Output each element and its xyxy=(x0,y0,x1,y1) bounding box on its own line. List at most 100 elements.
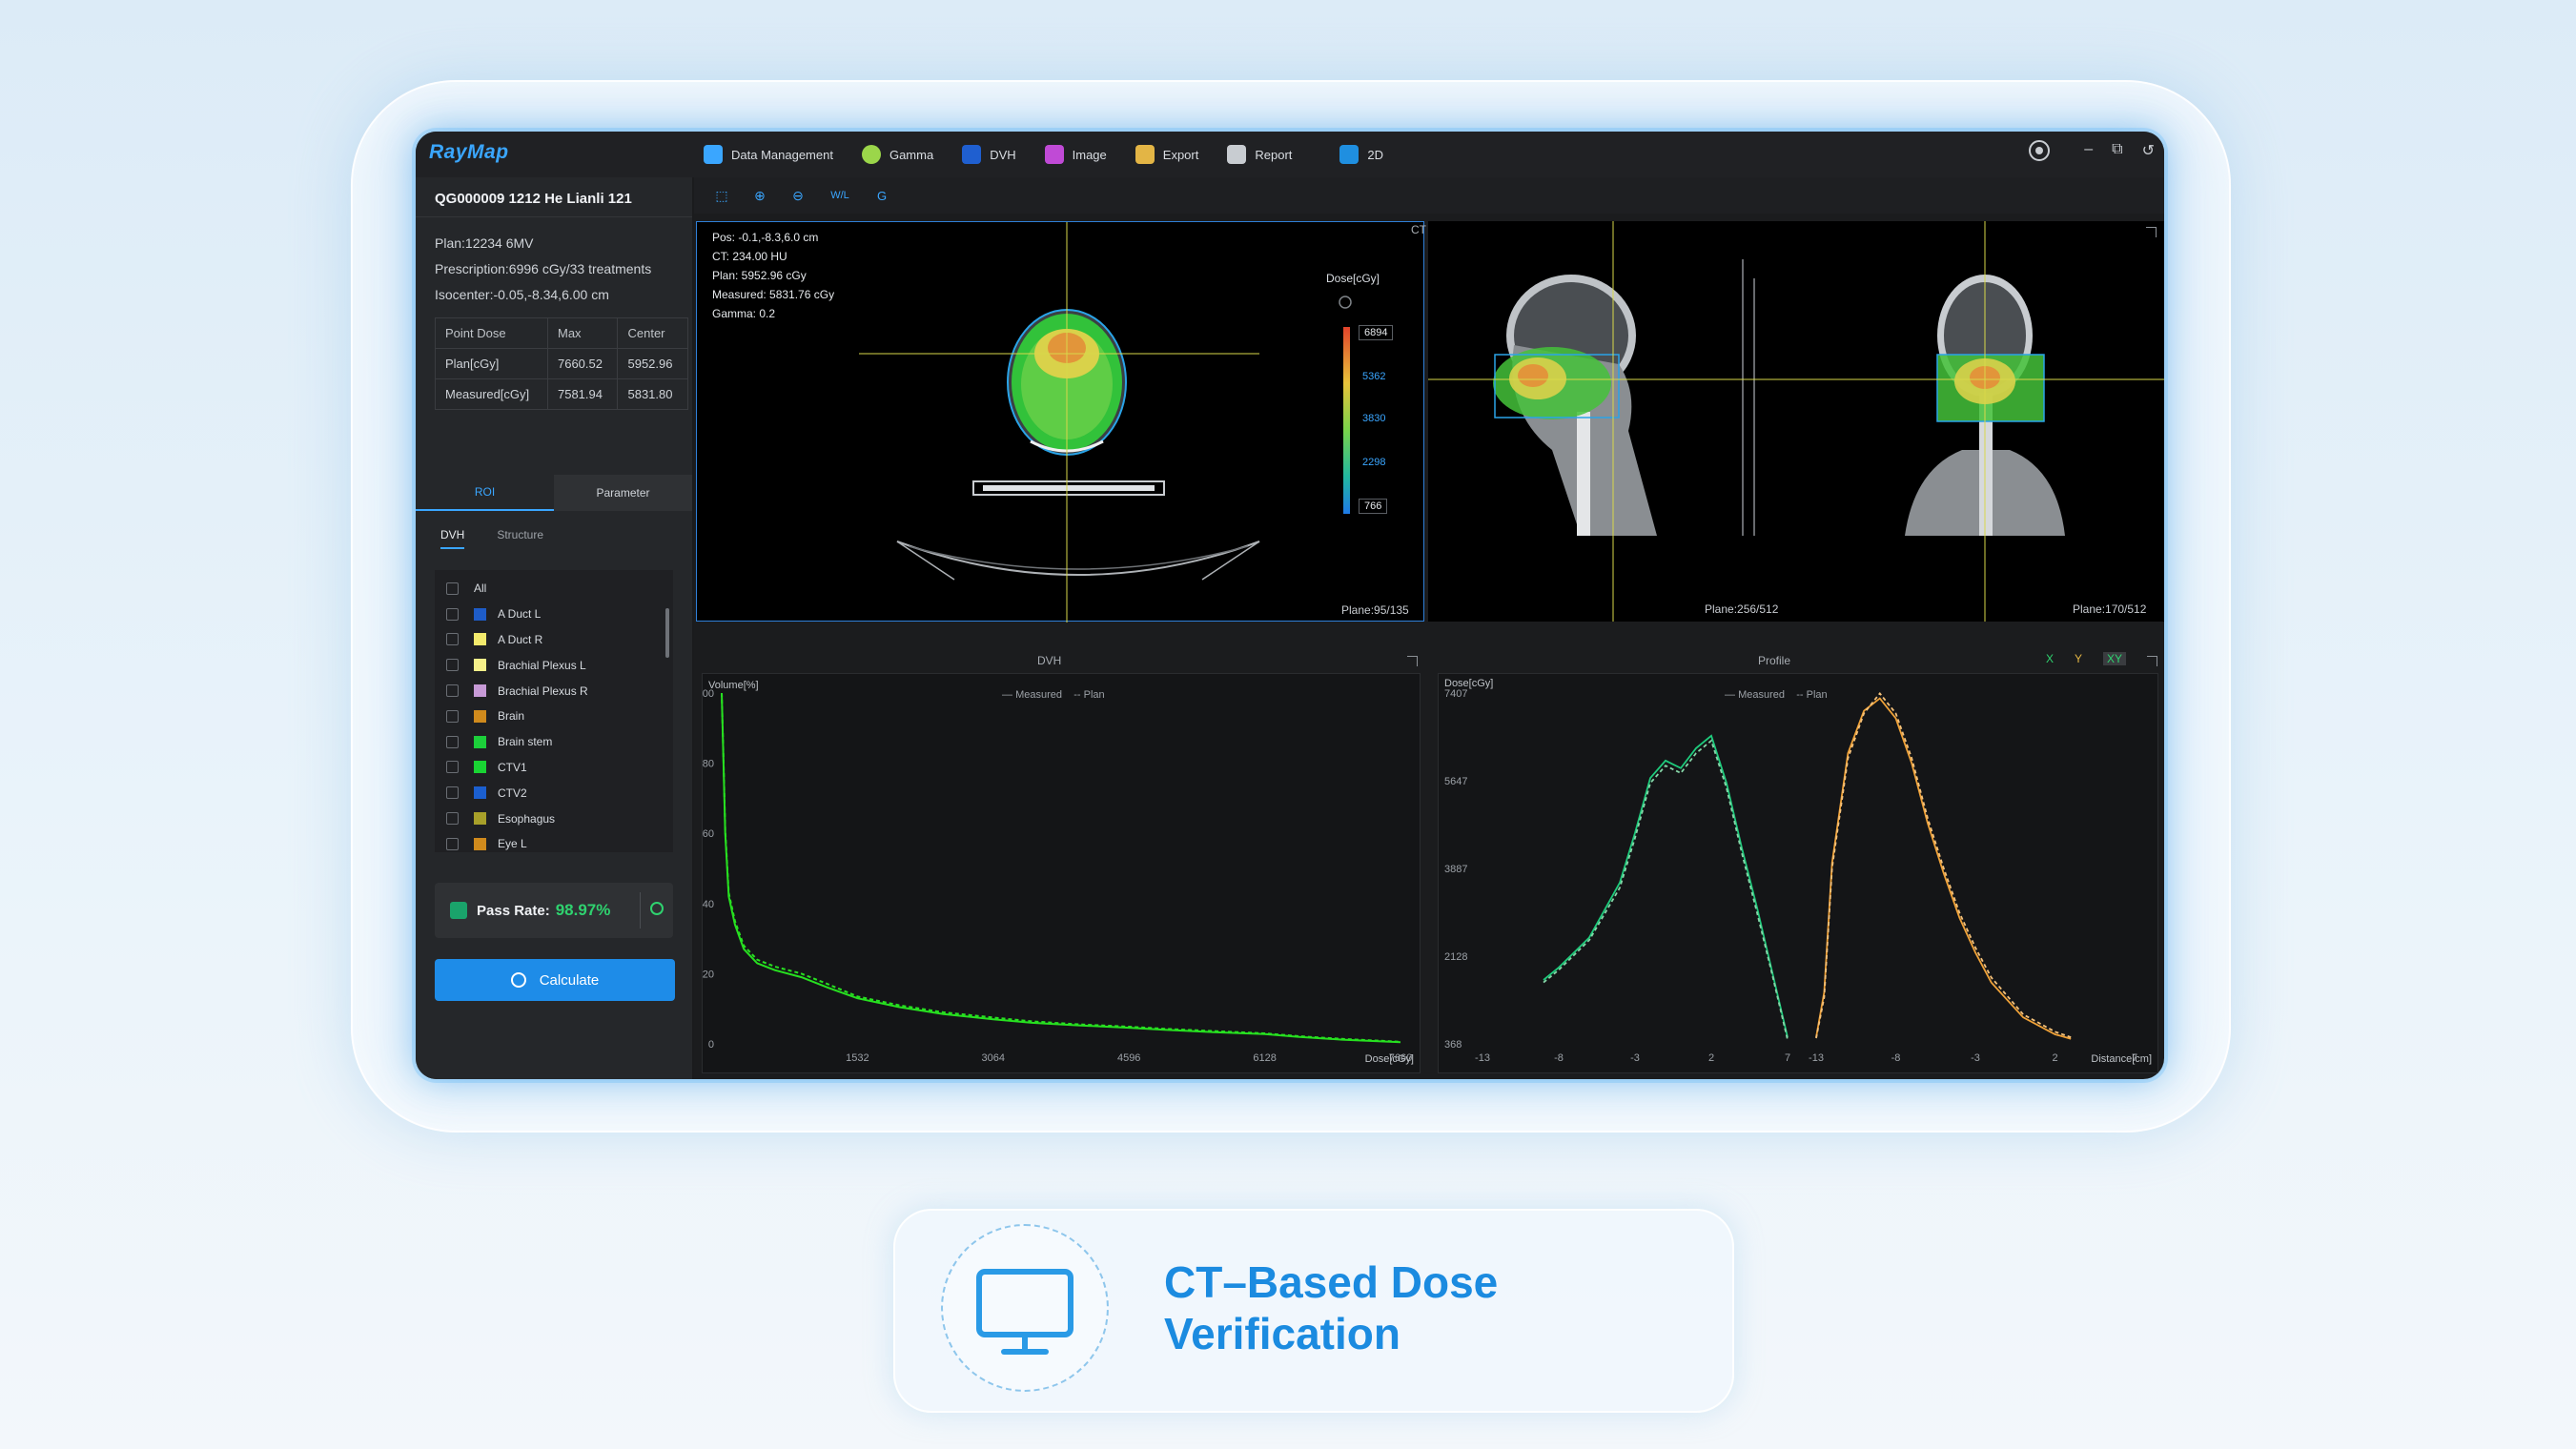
dvh-series-line xyxy=(721,692,1401,1043)
menu-label: 2D xyxy=(1367,147,1384,162)
toggle-x[interactable]: X xyxy=(2046,652,2054,665)
roi-label: A Duct L xyxy=(498,607,542,622)
calculate-icon xyxy=(510,972,526,988)
roi-item[interactable]: A Duct R xyxy=(435,627,673,653)
minimize-button[interactable]: – xyxy=(2084,141,2093,160)
roi-color-swatch xyxy=(474,607,486,621)
roi-item[interactable]: Esophagus xyxy=(435,806,673,831)
roi-item[interactable]: Brain stem xyxy=(435,729,673,755)
roi-checkbox[interactable] xyxy=(446,761,459,774)
roi-item[interactable]: All xyxy=(435,576,673,602)
legend-measured: — Measured xyxy=(1725,689,1785,701)
profile-x-tick: 2 xyxy=(2052,1052,2057,1064)
roi-checkbox[interactable] xyxy=(446,684,459,698)
roi-checkbox[interactable] xyxy=(446,582,459,595)
table-header-row: Point Dose Max Center xyxy=(435,317,688,349)
roi-checkbox[interactable] xyxy=(446,812,459,826)
profile-x-tick: -8 xyxy=(1554,1052,1564,1064)
dvh-y-tick: 80 xyxy=(703,759,714,770)
profile-y-tick: 3887 xyxy=(1444,864,1467,875)
prescription-line: Prescription:6996 cGy/33 treatments xyxy=(435,261,652,276)
roi-label: A Duct R xyxy=(498,632,543,646)
roi-checkbox[interactable] xyxy=(446,837,459,850)
roi-item[interactable]: Brachial Plexus R xyxy=(435,678,673,704)
dvh-x-tick: 1532 xyxy=(846,1052,869,1064)
table-row: Measured[cGy] 7581.94 5831.80 xyxy=(435,378,688,410)
menu-image[interactable]: Image xyxy=(1044,145,1107,164)
gamma-tool-icon[interactable]: G xyxy=(873,187,890,204)
select-tool-icon[interactable]: ⬚ xyxy=(713,187,730,204)
profile-expand-icon[interactable] xyxy=(2147,656,2157,666)
toggle-y[interactable]: Y xyxy=(2075,652,2082,665)
table-header: Max xyxy=(546,317,619,349)
profile-ylabel: Dose[cGy] xyxy=(1444,678,1494,689)
roi-item[interactable]: Brain xyxy=(435,704,673,729)
app-logo: RayMap xyxy=(429,141,509,163)
zoom-out-icon[interactable]: ⊖ xyxy=(789,187,807,204)
menu-label: Report xyxy=(1255,147,1293,162)
table-cell: 7660.52 xyxy=(546,348,619,379)
profile-y-tick: 7407 xyxy=(1444,688,1467,700)
roi-item[interactable]: Eye L xyxy=(435,831,673,852)
pass-rate-value: 98.97% xyxy=(555,901,611,919)
pass-rate-box: Pass Rate: 98.97% xyxy=(435,883,673,938)
settings-gear-icon[interactable] xyxy=(2029,140,2050,161)
menu-export[interactable]: Export xyxy=(1135,145,1198,164)
ct-axial-view[interactable]: Pos: -0.1,-8.3,6.0 cm CT: 234.00 HU Plan… xyxy=(696,221,1424,622)
dvh-icon xyxy=(962,145,982,164)
patient-header: QG000009 1212 He Lianli 121 xyxy=(416,177,692,217)
dose-label: 2298 xyxy=(1362,457,1386,468)
dvh-chart-area: 02040608010015323064459661287660 Volume[… xyxy=(702,673,1421,1073)
report-icon xyxy=(1227,145,1247,164)
roi-item[interactable]: CTV2 xyxy=(435,780,673,806)
restore-button[interactable]: ⧉ xyxy=(2112,141,2122,160)
dvh-x-tick: 4596 xyxy=(1117,1052,1140,1064)
measured-dose-readout: Measured: 5831.76 cGy xyxy=(712,288,835,301)
image-icon xyxy=(1044,145,1064,164)
table-header: Center xyxy=(617,317,688,349)
profile-series-line xyxy=(1543,739,1789,1040)
roi-label: Eye L xyxy=(498,837,527,851)
ct-sagittal-coronal-view[interactable]: Plane:256/512 Plane:170/512 xyxy=(1428,221,2164,622)
roi-label: Brachial Plexus L xyxy=(498,658,586,672)
profile-xlabel: Distance[cm] xyxy=(2091,1053,2152,1065)
roi-checkbox[interactable] xyxy=(446,735,459,748)
menu-gamma[interactable]: Gamma xyxy=(861,145,934,164)
roi-label: CTV1 xyxy=(498,760,527,774)
left-tabs: ROI Parameter xyxy=(416,475,692,511)
roi-item[interactable]: CTV1 xyxy=(435,755,673,781)
subtab-structure[interactable]: Structure xyxy=(497,528,543,549)
menu-2d[interactable]: 2D xyxy=(1339,145,1383,164)
toggle-xy[interactable]: XY xyxy=(2103,652,2127,665)
roi-item[interactable]: Brachial Plexus L xyxy=(435,652,673,678)
menu-report[interactable]: Report xyxy=(1227,145,1292,164)
ct-hu-readout: CT: 234.00 HU xyxy=(712,250,787,263)
window-level-icon[interactable]: W/L xyxy=(828,187,852,204)
roi-checkbox[interactable] xyxy=(446,709,459,723)
app-window: RayMap Data Management Gamma DVH Image E… xyxy=(416,132,2164,1079)
expand-icon[interactable] xyxy=(2146,227,2157,237)
profile-y-tick: 368 xyxy=(1444,1039,1462,1051)
dvh-expand-icon[interactable] xyxy=(1407,656,1418,666)
tab-roi[interactable]: ROI xyxy=(416,475,554,511)
subtab-dvh[interactable]: DVH xyxy=(440,528,465,549)
calculate-button[interactable]: Calculate xyxy=(435,959,675,1001)
roi-color-swatch xyxy=(474,837,486,850)
tab-parameter[interactable]: Parameter xyxy=(554,475,692,511)
profile-y-tick: 2128 xyxy=(1444,951,1467,963)
back-button[interactable]: ↺ xyxy=(2142,141,2155,160)
legend-plan: -- Plan xyxy=(1796,689,1828,701)
roi-checkbox[interactable] xyxy=(446,659,459,672)
roi-scrollbar[interactable] xyxy=(665,608,669,658)
roi-checkbox[interactable] xyxy=(446,607,459,621)
sagittal-coronal-image xyxy=(1428,221,2164,622)
menu-label: Gamma xyxy=(889,147,934,162)
menu-dvh[interactable]: DVH xyxy=(962,145,1016,164)
roi-checkbox[interactable] xyxy=(446,633,459,646)
check-circle-icon xyxy=(650,902,664,915)
ct-panel-title: CT xyxy=(1411,223,1426,236)
roi-item[interactable]: A Duct L xyxy=(435,602,673,627)
zoom-in-icon[interactable]: ⊕ xyxy=(751,187,768,204)
roi-checkbox[interactable] xyxy=(446,786,459,800)
menu-data-management[interactable]: Data Management xyxy=(704,145,833,164)
